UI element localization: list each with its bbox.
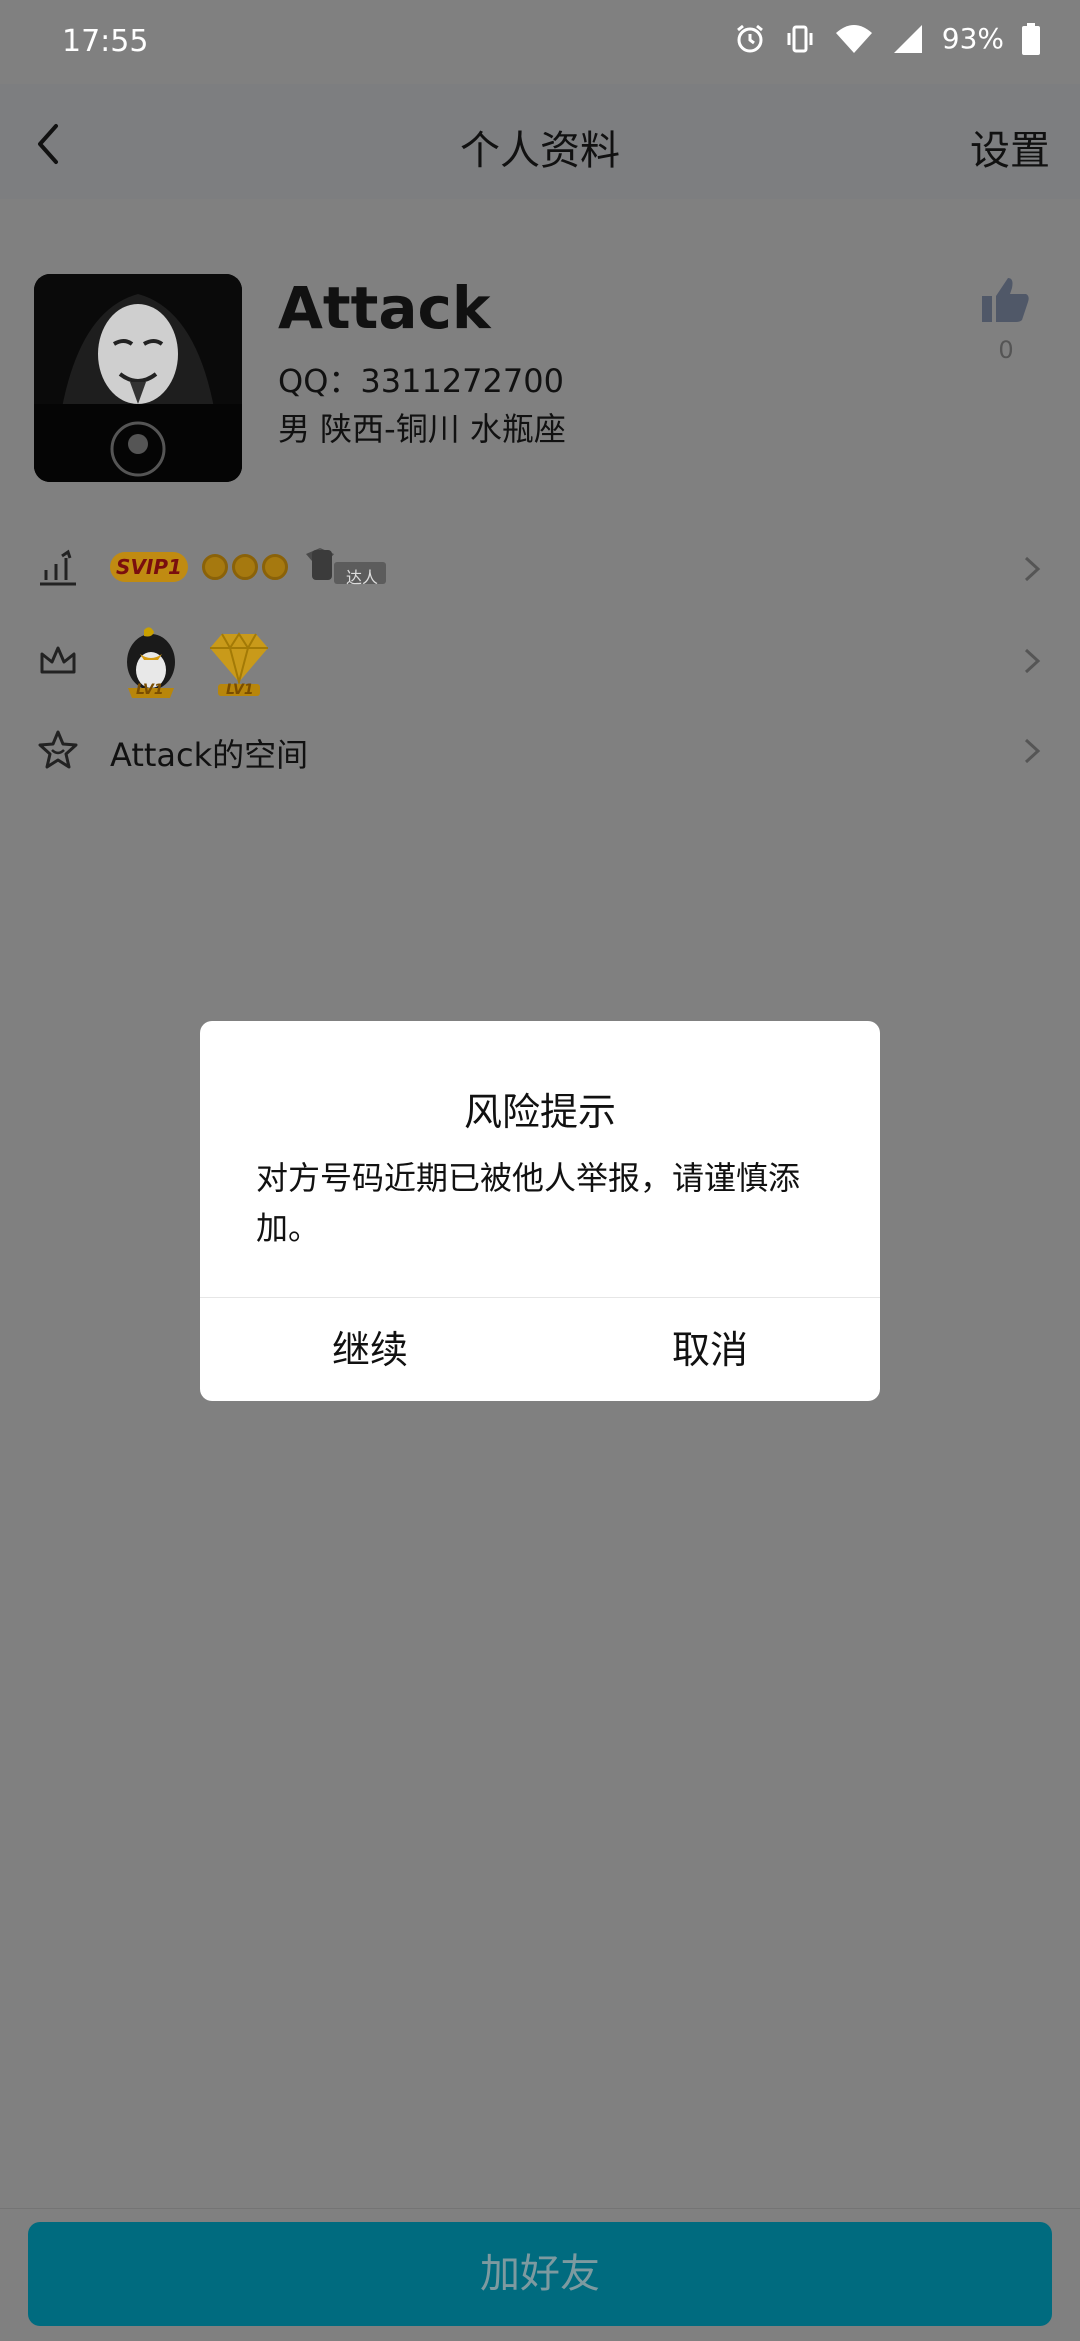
vibrate-icon (787, 25, 813, 52)
status-time: 17:55 (62, 24, 149, 59)
like-count: 0 (998, 336, 1014, 364)
vip-row[interactable]: SVIP1 达人 (0, 524, 1080, 614)
penguin-level-text: LV1 (136, 682, 164, 698)
add-friend-button[interactable]: 加好友 (28, 2222, 1052, 2326)
growth-chart-icon (40, 549, 76, 586)
thumbs-up-icon (982, 278, 1029, 322)
diamond-level-badge: LV1 (204, 624, 274, 700)
cancel-button[interactable]: 取消 (540, 1299, 880, 1401)
alarm-icon (736, 24, 763, 52)
profile-name: Attack (278, 274, 491, 342)
penguin-level-badge: LV1 (116, 624, 186, 700)
dialog-divider (200, 1297, 880, 1298)
page-title: 个人资料 (460, 128, 620, 174)
settings-button[interactable]: 设置 (970, 118, 1050, 176)
level-row[interactable]: LV1 LV1 (0, 616, 1080, 706)
status-icons: 93% (734, 22, 1040, 55)
star-icon (38, 730, 78, 769)
continue-button[interactable]: 继续 (200, 1299, 540, 1401)
status-bar: 17:55 93% (0, 0, 1080, 84)
dialog-message: 对方号码近期已被他人举报，请谨慎添加。 (256, 1159, 801, 1247)
sun-level-icon (202, 554, 228, 580)
profile-qq-number: QQ：3311272700 (278, 362, 564, 400)
profile-card: Attack QQ：3311272700 男 陕西-铜川 水瓶座 0 (34, 274, 1046, 484)
chevron-right-icon (1024, 738, 1041, 764)
dialog-title: 风险提示 (463, 1090, 616, 1134)
svip-badge: SVIP1 (110, 552, 188, 582)
talent-badge-text: 达人 (346, 568, 379, 587)
battery-icon (1022, 22, 1040, 55)
sun-level-icon (262, 554, 288, 580)
battery-percent: 93% (941, 22, 1004, 55)
chevron-right-icon (1024, 648, 1041, 674)
sun-level-icon (232, 554, 258, 580)
like-button[interactable]: 0 (976, 274, 1036, 364)
space-label: Attack的空间 (110, 736, 309, 774)
crown-icon (40, 646, 76, 674)
avatar[interactable] (34, 274, 242, 482)
space-row[interactable]: Attack的空间 (0, 706, 1080, 796)
risk-warning-dialog: 风险提示 对方号码近期已被他人举报，请谨慎添加。 继续 取消 (200, 1021, 880, 1401)
wifi-icon (835, 24, 872, 53)
signal-icon (893, 24, 922, 53)
profile-details: 男 陕西-铜川 水瓶座 (278, 410, 566, 448)
talent-badge: 达人 (304, 544, 388, 588)
diamond-level-text: LV1 (226, 682, 254, 698)
header-bar: 个人资料 设置 (0, 84, 1080, 199)
chevron-right-icon (1024, 556, 1041, 582)
